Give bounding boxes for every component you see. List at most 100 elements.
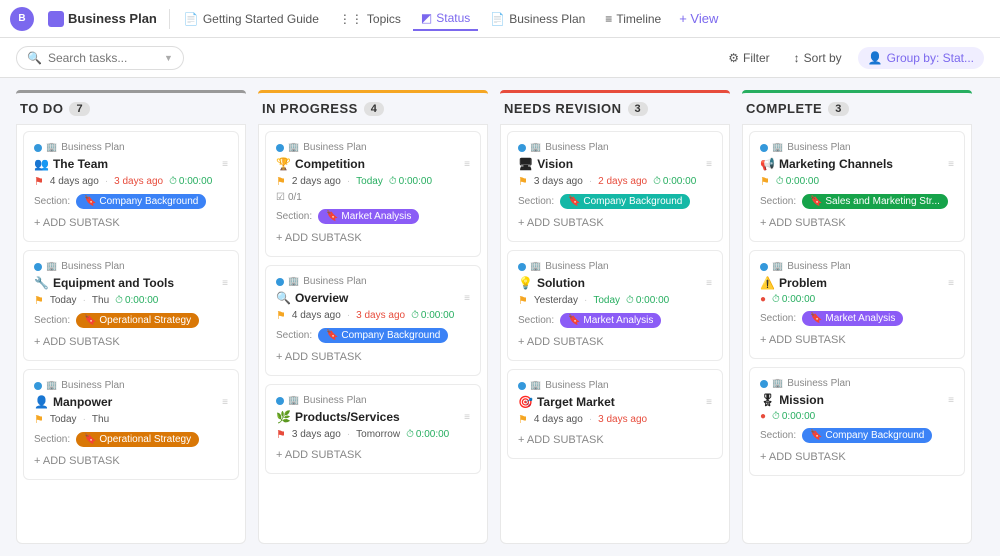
flag-dot: ●: [760, 411, 766, 422]
add-subtask-button[interactable]: + ADD SUBTASK: [276, 230, 470, 246]
sort-icon: ↕: [794, 51, 800, 65]
card-title-row: 🔧Equipment and Tools≡: [34, 276, 228, 290]
flag-icon: ⚑: [518, 175, 528, 188]
project-name: Business Plan: [61, 261, 124, 272]
tab-status[interactable]: ◩ Status: [413, 7, 478, 31]
task-card[interactable]: 🏢Business Plan👤Manpower≡⚑Today · ThuSect…: [23, 369, 239, 480]
add-subtask-button[interactable]: + ADD SUBTASK: [518, 334, 712, 350]
project-dot: [276, 278, 284, 286]
section-tag[interactable]: 🔖 Company Background: [318, 328, 448, 343]
section-label: Section:: [34, 196, 70, 207]
column-title-complete: COMPLETE: [746, 101, 822, 116]
section-tag[interactable]: 🔖 Market Analysis: [802, 311, 903, 326]
column-header-inprogress: IN PROGRESS4: [258, 90, 488, 124]
tab-add-view[interactable]: + View: [673, 7, 724, 30]
card-date2: Today: [593, 295, 620, 306]
task-card[interactable]: 🏢Business Plan🏆Competition≡⚑2 days ago ·…: [265, 131, 481, 257]
column-title-todo: TO DO: [20, 101, 63, 116]
section-tag[interactable]: 🔖 Company Background: [560, 194, 690, 209]
task-card[interactable]: 🏢Business Plan🎯Target Market≡⚑4 days ago…: [507, 369, 723, 459]
date-sep: ·: [83, 295, 86, 306]
time-value: 0:00:00: [636, 295, 669, 306]
section-tag[interactable]: 🔖 Market Analysis: [560, 313, 661, 328]
time-icon: ⏱: [776, 176, 784, 187]
card-title: Problem: [779, 276, 827, 290]
card-date1: 4 days ago: [50, 176, 99, 187]
time-badge: ⏱0:00:00: [389, 176, 432, 187]
task-card[interactable]: 🏢Business Plan🖥Vision≡⚑3 days ago · 2 da…: [507, 131, 723, 242]
card-project-row: 🏢Business Plan: [276, 142, 470, 153]
add-subtask-button[interactable]: + ADD SUBTASK: [276, 447, 470, 463]
task-card[interactable]: 🏢Business Plan👥The Team≡⚑4 days ago · 3 …: [23, 131, 239, 242]
add-subtask-button[interactable]: + ADD SUBTASK: [760, 449, 954, 465]
task-card[interactable]: 🏢Business Plan💡Solution≡⚑Yesterday · Tod…: [507, 250, 723, 361]
project-dot: [518, 263, 526, 271]
card-checkbox-row: ☑0/1: [276, 192, 470, 203]
project-icon: 🏢: [530, 261, 541, 272]
section-tag[interactable]: 🔖 Market Analysis: [318, 209, 419, 224]
section-tag[interactable]: 🔖 Company Background: [76, 194, 206, 209]
card-section-row: Section:🔖 Company Background: [518, 194, 712, 209]
tab-getting-started[interactable]: 📄 Getting Started Guide: [176, 8, 327, 30]
tab-topics[interactable]: ⋮⋮ Topics: [331, 8, 409, 30]
add-subtask-button[interactable]: + ADD SUBTASK: [276, 349, 470, 365]
add-subtask-button[interactable]: + ADD SUBTASK: [760, 215, 954, 231]
card-title: Competition: [295, 157, 365, 171]
add-subtask-button[interactable]: + ADD SUBTASK: [34, 334, 228, 350]
add-subtask-button[interactable]: + ADD SUBTASK: [518, 215, 712, 231]
card-date2: Thu: [92, 295, 109, 306]
card-section-row: Section:🔖 Market Analysis: [518, 313, 712, 328]
card-date1: 4 days ago: [292, 310, 341, 321]
sort-button[interactable]: ↕ Sort by: [786, 47, 850, 69]
section-tag[interactable]: 🔖 Operational Strategy: [76, 313, 199, 328]
time-badge: ⏱0:00:00: [169, 176, 212, 187]
task-card[interactable]: 🏢Business Plan🌿Products/Services≡⚑3 days…: [265, 384, 481, 474]
card-meta-row: ⚑Today · Thu⏱0:00:00: [34, 294, 228, 307]
card-title-icon: 💡: [518, 276, 533, 290]
add-subtask-button[interactable]: + ADD SUBTASK: [34, 215, 228, 231]
section-tag[interactable]: 🔖 Sales and Marketing Str...: [802, 194, 948, 209]
brand-icon: [48, 11, 64, 27]
task-card[interactable]: 🏢Business Plan⚠️Problem≡●⏱0:00:00Section…: [749, 250, 965, 359]
card-title: Target Market: [537, 395, 615, 409]
time-badge: ⏱0:00:00: [776, 176, 819, 187]
card-title: Solution: [537, 276, 585, 290]
task-card[interactable]: 🏢Business Plan📢Marketing Channels≡⚑⏱0:00…: [749, 131, 965, 242]
project-name: Business Plan: [787, 142, 850, 153]
column-header-revision: NEEDS REVISION 3: [500, 90, 730, 124]
project-dot: [34, 263, 42, 271]
time-icon: ⏱: [411, 310, 419, 321]
topics-icon: ⋮⋮: [339, 12, 363, 26]
add-subtask-button[interactable]: + ADD SUBTASK: [760, 332, 954, 348]
task-card[interactable]: 🏢Business Plan🔧Equipment and Tools≡⚑Toda…: [23, 250, 239, 361]
add-subtask-button[interactable]: + ADD SUBTASK: [518, 432, 712, 448]
section-tag[interactable]: 🔖 Operational Strategy: [76, 432, 199, 447]
project-name: Business Plan: [303, 276, 366, 287]
group-button[interactable]: 👤 Group by: Stat...: [858, 47, 984, 69]
column-title-revision: NEEDS REVISION: [504, 101, 622, 116]
card-menu-icon: ≡: [222, 278, 228, 289]
project-dot: [760, 263, 768, 271]
tab-business-plan[interactable]: 📄 Business Plan: [482, 8, 593, 30]
card-title-row: 🎖Mission≡: [760, 393, 954, 407]
card-menu-icon: ≡: [222, 159, 228, 170]
section-tag[interactable]: 🔖 Company Background: [802, 428, 932, 443]
tab-timeline[interactable]: ≡ Timeline: [597, 8, 669, 30]
task-card[interactable]: 🏢Business Plan🎖Mission≡●⏱0:00:00Section:…: [749, 367, 965, 476]
flag-icon: ⚑: [518, 294, 528, 307]
task-card[interactable]: 🏢Business Plan🔍Overview≡⚑4 days ago · 3 …: [265, 265, 481, 376]
card-title: The Team: [53, 157, 108, 171]
card-title: Equipment and Tools: [53, 276, 174, 290]
search-input[interactable]: [48, 51, 158, 65]
time-icon: ⏱: [169, 176, 177, 187]
project-icon: 🏢: [772, 261, 783, 272]
flag-icon: ⚑: [276, 309, 286, 322]
filter-button[interactable]: ⚙ Filter: [720, 47, 777, 69]
time-value: 0:00:00: [421, 310, 454, 321]
column-count-revision: 3: [628, 102, 649, 116]
board: TO DO7🏢Business Plan👥The Team≡⚑4 days ag…: [0, 78, 1000, 556]
add-subtask-button[interactable]: + ADD SUBTASK: [34, 453, 228, 469]
search-box[interactable]: 🔍 ▼: [16, 46, 184, 70]
top-nav: B Business Plan 📄 Getting Started Guide …: [0, 0, 1000, 38]
card-meta-row: ⚑2 days ago · Today⏱0:00:00: [276, 175, 470, 188]
